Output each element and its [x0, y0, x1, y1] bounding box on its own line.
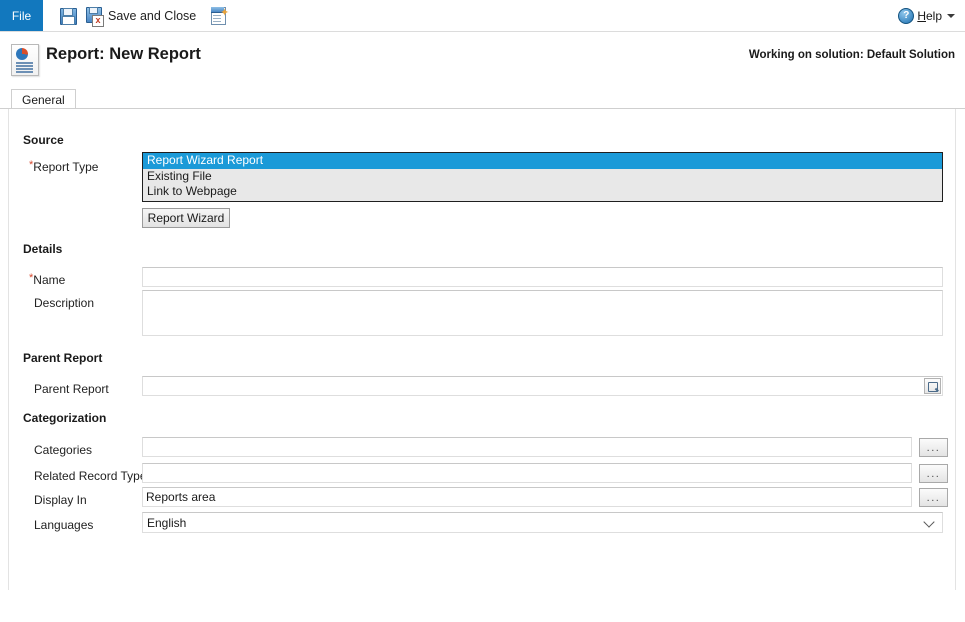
label-related-record-types: Related Record Types [34, 469, 153, 483]
section-title-source: Source [23, 133, 64, 147]
report-icon [11, 44, 39, 76]
form-body: Source *Report Type Report Wizard Report… [8, 109, 956, 590]
file-menu-label: File [11, 8, 32, 23]
report-type-listbox[interactable]: Report Wizard Report Existing File Link … [142, 152, 943, 202]
languages-select[interactable]: English [142, 512, 943, 533]
related-record-types-browse-button[interactable]: ... [919, 464, 948, 483]
categories-browse-label: ... [926, 441, 941, 454]
display-in-input[interactable] [142, 487, 912, 507]
new-button[interactable]: ✦ [206, 3, 232, 29]
parent-report-input[interactable] [142, 376, 943, 396]
report-form-window: File x Save and Close ✦ ? Help Report: N… [0, 0, 965, 622]
report-type-option-report-wizard-report[interactable]: Report Wizard Report [143, 153, 942, 169]
help-label-rest: elp [925, 8, 942, 23]
chevron-down-icon [947, 13, 955, 18]
command-bar-buttons: x Save and Close ✦ [55, 0, 232, 31]
related-record-types-browse-label: ... [926, 467, 941, 480]
report-wizard-button[interactable]: Report Wizard [142, 208, 230, 228]
tab-general[interactable]: General [11, 89, 76, 109]
tab-general-label: General [22, 92, 65, 107]
description-textarea[interactable] [142, 290, 943, 336]
label-report-type: *Report Type [29, 160, 99, 175]
label-languages: Languages [34, 518, 94, 532]
label-report-type-text: Report Type [33, 160, 99, 174]
solution-context-label: Working on solution: Default Solution [748, 49, 955, 61]
report-type-option-existing-file[interactable]: Existing File [143, 169, 942, 185]
label-name: *Name [29, 273, 66, 288]
label-display-in: Display In [34, 493, 87, 507]
parent-report-lookup-button[interactable] [924, 378, 941, 394]
section-title-parent-report: Parent Report [23, 351, 103, 365]
tab-strip: General [0, 89, 965, 109]
label-name-text: Name [33, 273, 66, 287]
section-title-categorization: Categorization [23, 411, 107, 425]
command-bar: File x Save and Close ✦ ? Help [0, 0, 965, 32]
save-button[interactable] [55, 3, 81, 29]
categories-browse-button[interactable]: ... [919, 438, 948, 457]
label-parent-report: Parent Report [34, 382, 109, 396]
section-title-details: Details [23, 242, 63, 256]
name-input[interactable] [142, 267, 943, 287]
display-in-browse-button[interactable]: ... [919, 488, 948, 507]
new-report-icon: ✦ [210, 6, 229, 25]
save-icon [59, 7, 77, 25]
save-and-close-button[interactable]: x Save and Close [81, 3, 200, 29]
help-label: Help [917, 9, 942, 23]
save-and-close-icon: x [85, 6, 104, 27]
help-label-accesskey: H [917, 8, 926, 23]
languages-selected-value: English [147, 515, 187, 530]
page-title: Report: New Report [46, 45, 201, 63]
record-header: Report: New Report Working on solution: … [0, 32, 965, 88]
categories-input[interactable] [142, 437, 912, 457]
report-type-option-link-to-webpage[interactable]: Link to Webpage [143, 184, 942, 200]
save-and-close-label: Save and Close [108, 8, 197, 23]
related-record-types-input[interactable] [142, 463, 912, 483]
display-in-browse-label: ... [926, 491, 941, 504]
help-icon: ? [898, 7, 915, 24]
report-wizard-button-label: Report Wizard [147, 211, 225, 225]
file-menu-tab[interactable]: File [0, 0, 43, 31]
label-description: Description [34, 296, 95, 310]
label-categories: Categories [34, 443, 93, 457]
help-button[interactable]: ? Help [898, 0, 955, 31]
chevron-down-icon [925, 518, 934, 523]
